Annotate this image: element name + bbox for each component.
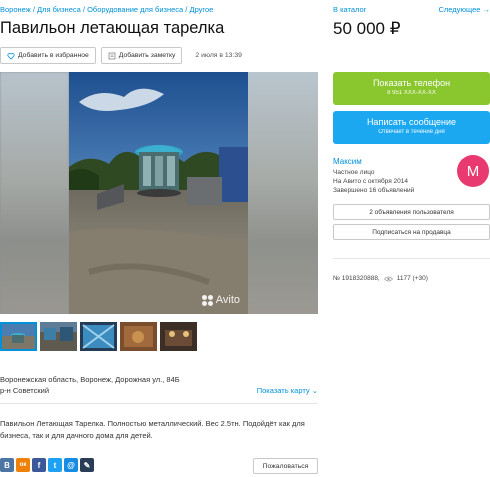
twitter-icon[interactable]: t: [48, 458, 62, 472]
avito-logo-icon: [201, 294, 213, 306]
page-title: Павильон летающая тарелка: [0, 19, 225, 37]
gallery-blur-right: [248, 72, 318, 314]
vk-icon[interactable]: B: [0, 458, 14, 472]
chevron-down-icon: ⌄: [311, 386, 318, 395]
avito-watermark-text: Avito: [215, 294, 240, 306]
add-note-label: Добавить заметку: [118, 52, 176, 59]
seller-completed: Завершено 16 объявлений: [333, 187, 415, 194]
catalog-link[interactable]: В каталог: [333, 5, 366, 14]
price: 50 000 ₽: [333, 19, 401, 38]
facebook-icon[interactable]: f: [32, 458, 46, 472]
avito-watermark: Avito: [201, 294, 240, 306]
thumbnail-strip: [0, 322, 197, 351]
add-favorite-button[interactable]: Добавить в избранное: [0, 47, 96, 64]
address-text: Воронежская область, Воронеж, Дорожная у…: [0, 375, 180, 384]
item-actions: Добавить в избранное Добавить заметку 2 …: [0, 47, 242, 64]
breadcrumb: Воронеж / Для бизнеса / Оборудование для…: [0, 5, 214, 14]
thumbnail[interactable]: [160, 322, 197, 351]
add-favorite-label: Добавить в избранное: [18, 52, 89, 59]
divider: [0, 403, 318, 404]
thumbnail[interactable]: [40, 322, 77, 351]
breadcrumb-item[interactable]: Воронеж: [0, 5, 31, 14]
user-ads-button[interactable]: 2 объявления пользователя: [333, 204, 490, 220]
ad-number: № 1918320888,: [333, 275, 380, 282]
seller-info: Частное лицо На Авито с октября 2014 Зав…: [333, 168, 414, 195]
district-text: р-н Советский: [0, 386, 50, 395]
thumbnail[interactable]: [120, 322, 157, 351]
seller-name[interactable]: Максим: [333, 157, 362, 166]
show-map-link[interactable]: Показать карту ⌄: [257, 386, 318, 395]
divider: [333, 258, 490, 259]
add-note-button[interactable]: Добавить заметку: [100, 47, 183, 64]
ad-stats: № 1918320888, 1177 (+30): [333, 275, 428, 282]
thumbnail[interactable]: [80, 322, 117, 351]
show-phone-button[interactable]: Показать телефон 8 951 XXX-XX-XX: [333, 72, 490, 105]
subscribe-button[interactable]: Подписаться на продавца: [333, 224, 490, 240]
item-description: Павильон Летающая Тарелка. Полностью мет…: [0, 419, 305, 440]
share-buttons: B ок f t @ ✎: [0, 458, 94, 472]
phone-mask: 8 951 XXX-XX-XX: [387, 90, 436, 96]
seller-since: На Авито с октября 2014: [333, 178, 408, 185]
complain-button[interactable]: Пожаловаться: [253, 458, 318, 474]
write-message-label: Написать сообщение: [366, 117, 457, 127]
seller-type: Частное лицо: [333, 169, 375, 176]
write-message-button[interactable]: Написать сообщение Отвечает в течение дн…: [333, 111, 490, 144]
photo-gallery[interactable]: Avito: [0, 72, 318, 314]
avatar[interactable]: М: [457, 155, 489, 187]
mail-icon[interactable]: @: [64, 458, 78, 472]
gallery-blur-left: [0, 72, 69, 314]
livejournal-icon[interactable]: ✎: [80, 458, 94, 472]
show-phone-label: Показать телефон: [372, 78, 451, 88]
next-link[interactable]: Следующее →: [438, 5, 490, 14]
address-block: Воронежская область, Воронеж, Дорожная у…: [0, 374, 180, 396]
ok-icon[interactable]: ок: [16, 458, 30, 472]
eye-icon: [383, 276, 393, 281]
breadcrumb-item[interactable]: Другое: [189, 5, 213, 14]
response-time: Отвечает в течение дня: [378, 129, 445, 135]
publish-date: 2 июля в 13:39: [195, 52, 242, 59]
note-icon: [108, 52, 116, 59]
main-photo[interactable]: [69, 72, 248, 314]
show-map-label: Показать карту: [256, 386, 310, 395]
views-count: 1177 (+30): [396, 275, 428, 282]
breadcrumb-item[interactable]: Для бизнеса: [37, 5, 81, 14]
breadcrumb-item[interactable]: Оборудование для бизнеса: [87, 5, 183, 14]
thumbnail[interactable]: [0, 322, 37, 351]
heart-icon: [7, 52, 15, 60]
